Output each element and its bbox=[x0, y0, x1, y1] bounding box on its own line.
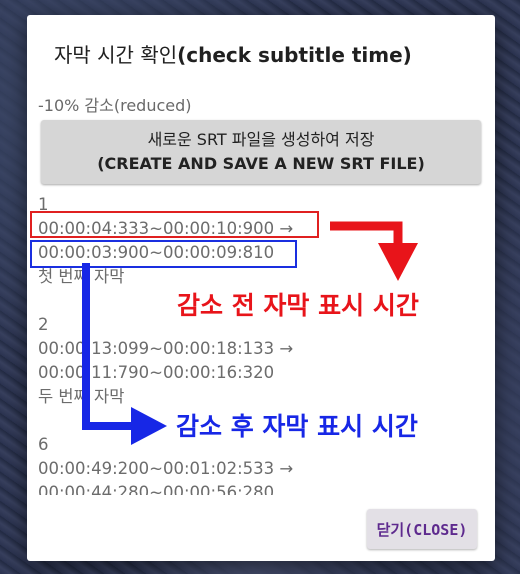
red-arrowhead-icon bbox=[378, 243, 418, 281]
after-annotation-label: 감소 후 자막 표시 시간 bbox=[176, 412, 418, 441]
blue-arrowhead-icon bbox=[131, 407, 167, 445]
blue-arrow-icon bbox=[82, 263, 136, 430]
before-annotation-label: 감소 전 자막 표시 시간 bbox=[177, 291, 419, 320]
